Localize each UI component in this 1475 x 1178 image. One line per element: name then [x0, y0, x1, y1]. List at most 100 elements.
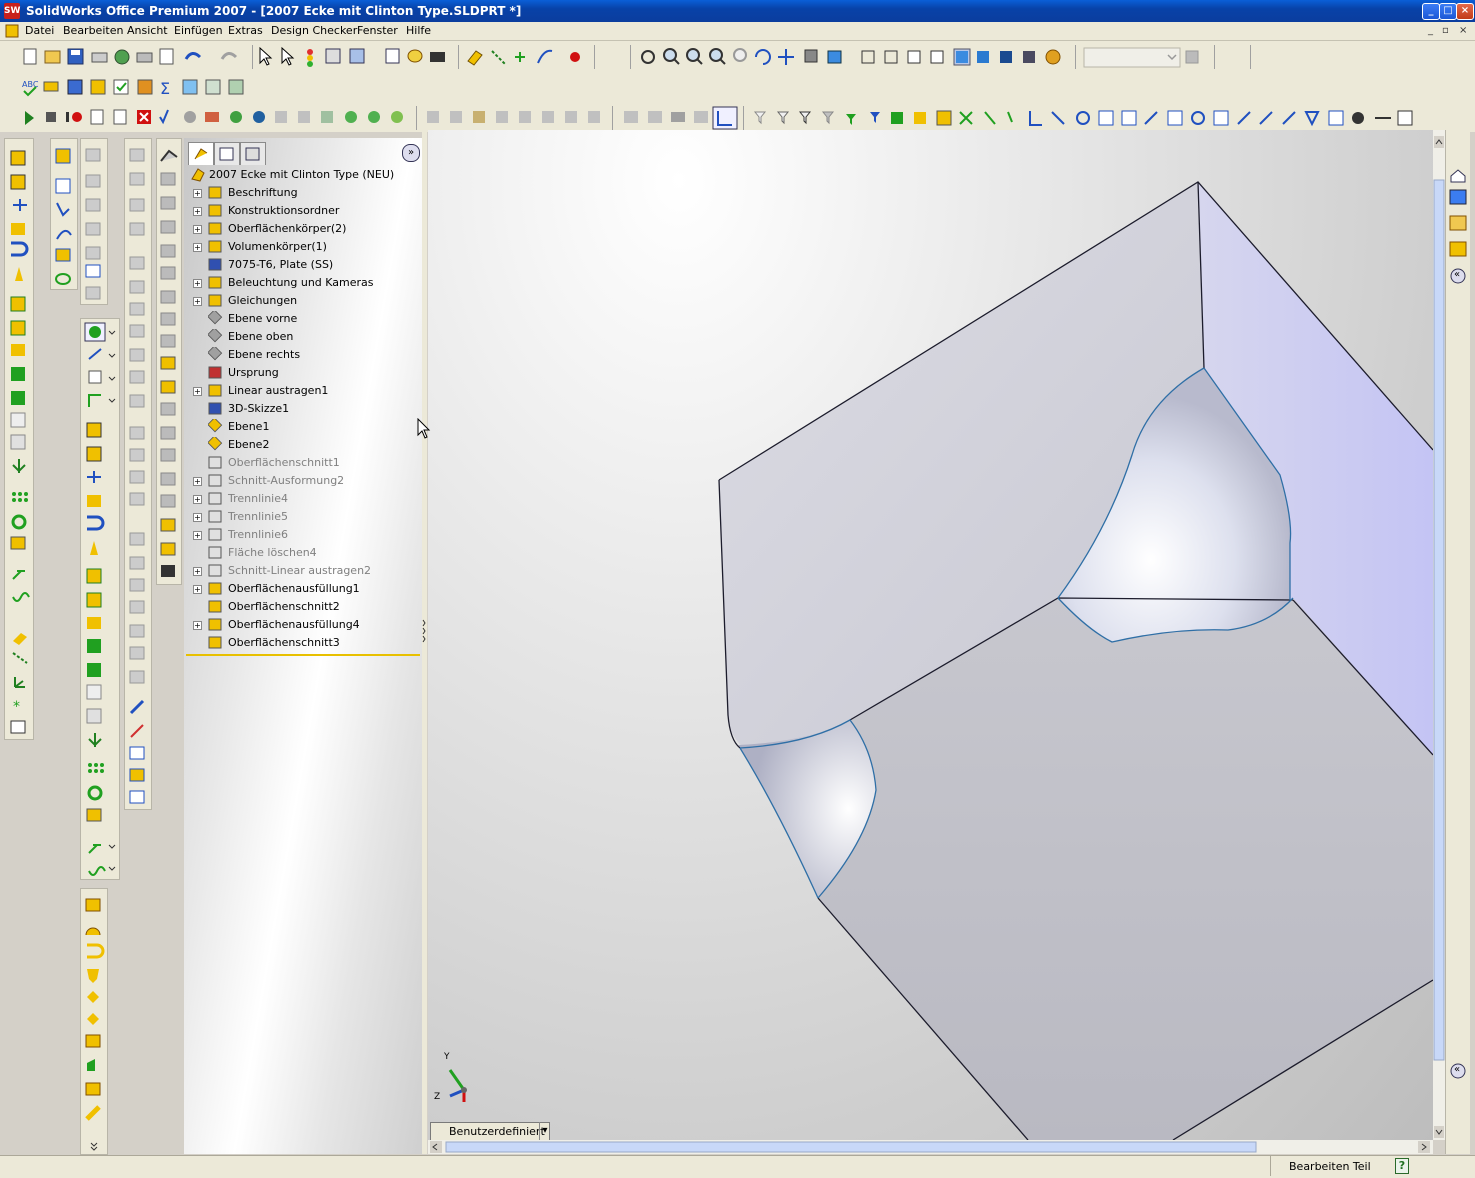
zoom-selection-icon[interactable] [733, 48, 747, 62]
mdi-restore-button[interactable]: ▫ [1442, 25, 1449, 36]
tree-item[interactable]: + Volumenkörper(1) [184, 238, 422, 256]
home-icon[interactable] [1450, 169, 1466, 183]
layout-icon[interactable] [349, 48, 365, 64]
geometry-analysis-icon[interactable] [137, 79, 153, 95]
box2-icon[interactable] [298, 111, 310, 123]
stop-icon[interactable] [46, 112, 56, 122]
sweep-tool-icon[interactable] [87, 471, 101, 483]
curves-dropdown-icon[interactable] [88, 866, 116, 876]
dome-icon[interactable] [11, 391, 25, 405]
save-icon[interactable] [67, 48, 84, 65]
planar-surface-icon[interactable] [85, 1034, 101, 1048]
tree-item[interactable]: + Oberflächenausfüllung4 [184, 616, 422, 634]
sheet-metal-icon[interactable] [624, 111, 708, 123]
zoom-fit-icon[interactable] [663, 48, 680, 65]
sketch-pencil-icon[interactable] [129, 699, 145, 715]
tree-item[interactable]: Ursprung [184, 364, 422, 382]
weld-icon[interactable] [321, 111, 333, 123]
edit-macro-icon[interactable] [113, 109, 127, 125]
draft-tool-icon[interactable] [90, 541, 98, 555]
mdi-minimize-button[interactable]: _ [1428, 25, 1433, 36]
ref-point-icon[interactable]: * [13, 699, 20, 715]
print-preview-icon[interactable] [159, 48, 174, 65]
tree-item[interactable]: + Oberflächenausfüllung1 [184, 580, 422, 598]
dome-tool-icon[interactable] [87, 663, 101, 677]
line-icon[interactable] [56, 202, 70, 217]
scale-icon[interactable] [10, 412, 26, 428]
extrude-icon[interactable] [86, 422, 102, 438]
section-properties-icon[interactable] [90, 79, 106, 95]
expand-toggle[interactable]: + [193, 567, 202, 576]
extrude-boss-icon[interactable] [10, 150, 26, 166]
list-icon[interactable] [385, 48, 400, 64]
tree-item[interactable]: + Gleichungen [184, 292, 422, 310]
plane-tool-icon[interactable] [467, 50, 483, 66]
feature-works-icon[interactable] [228, 79, 244, 95]
help-balloon-icon[interactable] [407, 49, 423, 63]
play-icon[interactable] [25, 111, 34, 125]
rib-tool-icon[interactable] [86, 592, 102, 608]
view-selector-arrow[interactable]: ▾ [539, 1122, 550, 1140]
axis-tool-icon[interactable] [491, 50, 507, 66]
menu-fenster[interactable]: Fenster [357, 24, 398, 37]
record-icon[interactable] [570, 52, 580, 62]
printer-icon[interactable] [136, 52, 153, 63]
tree-item[interactable]: + Beschriftung [184, 184, 422, 202]
graphics-area[interactable]: Y Z [428, 130, 1433, 1140]
menu-bearbeiten[interactable]: Bearbeiten [63, 24, 123, 37]
expand-toggle[interactable]: + [193, 279, 202, 288]
expand-toggle[interactable]: + [193, 531, 202, 540]
equations-tool-icon[interactable]: Σ [160, 79, 170, 98]
menu-hilfe[interactable]: Hilfe [406, 24, 431, 37]
tree-item[interactable]: + Trennlinie4 [184, 490, 422, 508]
expand-toggle[interactable]: + [193, 621, 202, 630]
extend-surface-icon[interactable] [87, 1059, 95, 1071]
wrap-tool-icon[interactable] [87, 639, 101, 653]
ref-axis-icon[interactable] [12, 652, 28, 664]
measure-icon[interactable] [43, 81, 59, 92]
tree-item[interactable]: Ebene oben [184, 328, 422, 346]
spell-check-icon[interactable]: ABC [22, 80, 39, 97]
tree-item[interactable]: + Beleuchtung und Kameras [184, 274, 422, 292]
menu-ansicht[interactable]: Ansicht [127, 24, 168, 37]
sketch-offset-icon[interactable] [129, 790, 145, 804]
boundary-surface-icon[interactable] [87, 991, 99, 1003]
toolbox-icon[interactable] [205, 112, 219, 122]
standard-views-icon[interactable] [827, 50, 842, 64]
tree-item[interactable]: + Schnitt-Ausformung2 [184, 472, 422, 490]
circuit-icon[interactable] [253, 111, 265, 123]
tree-item[interactable]: Oberflächenschnitt3 [184, 634, 422, 652]
deviation-analysis-icon[interactable] [182, 79, 198, 95]
tab-configuration-manager[interactable] [240, 142, 266, 165]
import-diagnostics-icon[interactable] [205, 79, 221, 95]
tree-item[interactable]: Oberflächenschnitt2 [184, 598, 422, 616]
zoom-inout-icon[interactable] [709, 48, 726, 65]
knit-surface-icon[interactable] [85, 1105, 101, 1121]
tree-item[interactable]: + Konstruktionsordner [184, 202, 422, 220]
measure-dropdown-icon[interactable] [88, 394, 116, 407]
wireframe-icon[interactable] [861, 50, 875, 64]
shell-tool-icon[interactable] [86, 568, 102, 584]
help-icon[interactable]: ? [1395, 1158, 1409, 1174]
expand-toggle[interactable]: + [193, 207, 202, 216]
minimize-button[interactable]: _ [1422, 3, 1440, 20]
dimension-dropdown-icon[interactable] [88, 348, 116, 360]
expand-toggle[interactable]: + [193, 243, 202, 252]
mirror-tool-icon[interactable] [88, 733, 102, 747]
tree-root[interactable]: 2007 Ecke mit Clinton Type (NEU) [184, 166, 422, 184]
harness-icon[interactable] [391, 111, 403, 123]
part-model[interactable] [428, 130, 1433, 1140]
tree-item[interactable]: + Schnitt-Linear austragen2 [184, 562, 422, 580]
hole-tool-icon[interactable] [87, 617, 101, 629]
circular-pattern-icon[interactable] [11, 514, 27, 530]
smart-dimension-icon[interactable] [55, 178, 71, 194]
tree-item[interactable]: Fläche löschen4 [184, 544, 422, 562]
close-button[interactable]: × [1456, 3, 1474, 20]
app-icon[interactable]: SW [4, 3, 20, 19]
horizontal-scrollbar[interactable] [428, 1140, 1433, 1154]
maximize-button[interactable]: □ [1439, 3, 1457, 20]
options-icon[interactable] [114, 49, 130, 65]
sketch-edit-icon[interactable] [129, 746, 145, 760]
rollback-bar[interactable] [186, 654, 420, 656]
open-file-icon[interactable] [44, 50, 61, 64]
